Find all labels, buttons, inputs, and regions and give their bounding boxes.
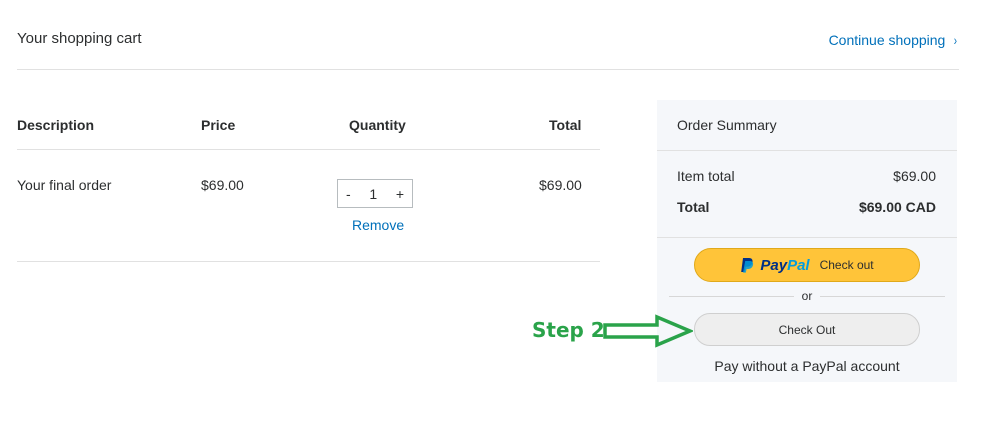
item-total: $69.00: [539, 177, 582, 193]
summary-divider-2: [657, 237, 957, 238]
or-label: or: [793, 289, 821, 303]
quantity-stepper[interactable]: - 1 +: [337, 179, 413, 208]
column-header-total: Total: [549, 117, 582, 133]
continue-shopping-label: Continue shopping: [828, 32, 946, 48]
step-annotation-label: Step 2: [532, 318, 605, 342]
header-divider: [17, 69, 959, 70]
quantity-decrement-button[interactable]: -: [346, 186, 351, 202]
arrow-right-icon: [603, 314, 693, 348]
checkout-button[interactable]: Check Out: [694, 313, 920, 346]
table-header-divider: [17, 149, 600, 150]
total-row: Total $69.00 CAD: [677, 199, 936, 215]
total-value: $69.00 CAD: [858, 199, 936, 215]
paypal-logo-text: PayPal: [760, 257, 809, 274]
paypal-logo-pal: Pal: [787, 256, 810, 274]
paypal-logo-pay: Pay: [760, 256, 788, 274]
paypal-icon: [740, 257, 754, 273]
continue-shopping-link[interactable]: Continue shopping ›: [829, 32, 958, 48]
item-total-label: Item total: [677, 168, 735, 184]
total-label: Total: [677, 199, 710, 215]
order-summary-heading: Order Summary: [677, 117, 777, 133]
remove-link[interactable]: Remove: [352, 217, 404, 233]
or-separator: or: [657, 289, 957, 303]
paypal-checkout-label: Check out: [819, 258, 874, 272]
quantity-value[interactable]: 1: [369, 186, 377, 202]
item-total-value: $69.00: [893, 168, 936, 184]
item-total-row: Item total $69.00: [677, 168, 936, 184]
item-description: Your final order: [17, 177, 112, 193]
quantity-increment-button[interactable]: +: [396, 186, 404, 202]
column-header-quantity: Quantity: [349, 117, 406, 133]
pay-without-paypal-text: Pay without a PayPal account: [714, 358, 900, 374]
table-row-divider: [17, 261, 600, 262]
item-price: $69.00: [201, 177, 244, 193]
summary-divider: [657, 150, 957, 151]
paypal-checkout-button[interactable]: PayPal Check out: [694, 248, 920, 282]
column-header-price: Price: [201, 117, 236, 133]
page-title: Your shopping cart: [17, 30, 142, 47]
order-summary-panel: Order Summary Item total $69.00 Total $6…: [657, 100, 957, 382]
chevron-right-icon: ›: [954, 32, 958, 48]
column-header-description: Description: [17, 117, 95, 133]
